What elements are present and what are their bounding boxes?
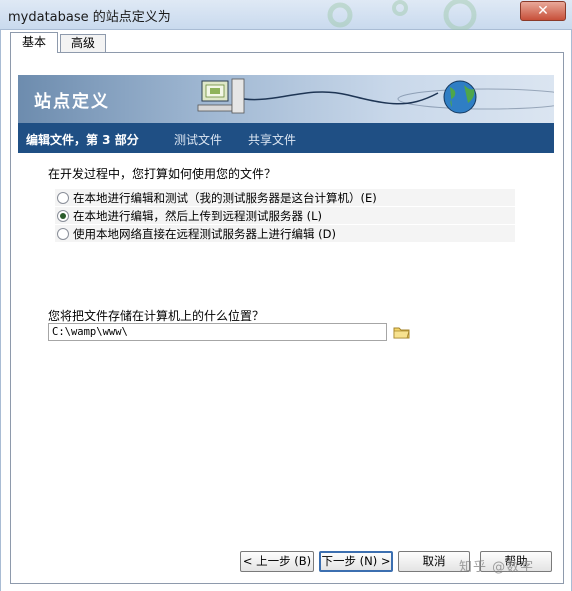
option-label: 在本地进行编辑和测试（我的测试服务器是这台计算机）(E) — [73, 190, 377, 205]
banner-title: 站点定义 — [34, 92, 110, 112]
local-path-input[interactable] — [48, 323, 387, 341]
step-test-files: 测试文件 — [174, 133, 223, 147]
title-bar: mydatabase 的站点定义为 ✕ — [0, 0, 572, 30]
watermark: 知乎 @数字 — [459, 560, 535, 575]
wizard-banner: 站点定义 — [18, 75, 554, 123]
back-button[interactable]: < 上一步 (B) — [240, 551, 314, 572]
titlebar-decoration — [327, 0, 477, 30]
radio-edit-upload-remote[interactable] — [57, 209, 69, 222]
tab-advanced[interactable]: 高级 — [60, 34, 106, 52]
option-label: 在本地进行编辑，然后上传到远程测试服务器 (L) — [73, 208, 323, 223]
step-share-files: 共享文件 — [248, 133, 297, 147]
close-button[interactable]: ✕ — [520, 1, 566, 21]
dialog-window: 基本 高级 站点定义 编辑文件，第 3 部分 测试文件 共享文件 在开发过程中，… — [0, 30, 572, 591]
radio-edit-directly-remote[interactable] — [57, 227, 69, 240]
wizard-step-bar: 编辑文件，第 3 部分 测试文件 共享文件 — [18, 123, 554, 153]
option-local-edit-test[interactable]: 在本地进行编辑和测试（我的测试服务器是这台计算机）(E) — [55, 189, 515, 206]
close-icon: ✕ — [537, 3, 549, 19]
tab-basic[interactable]: 基本 — [10, 32, 58, 53]
option-label: 使用本地网络直接在远程测试服务器上进行编辑 (D) — [73, 226, 336, 241]
location-question: 您将把文件存储在计算机上的什么位置？ — [48, 309, 265, 323]
option-edit-upload-remote[interactable]: 在本地进行编辑，然后上传到远程测试服务器 (L) — [55, 207, 515, 224]
tab-panel: 站点定义 编辑文件，第 3 部分 测试文件 共享文件 在开发过程中，您打算如何使… — [10, 52, 564, 584]
usage-question: 在开发过程中，您打算如何使用您的文件？ — [48, 167, 277, 181]
next-button[interactable]: 下一步 (N) > — [319, 551, 393, 572]
option-edit-directly-remote[interactable]: 使用本地网络直接在远程测试服务器上进行编辑 (D) — [55, 225, 515, 242]
network-illustration-icon — [197, 78, 554, 114]
usage-options: 在本地进行编辑和测试（我的测试服务器是这台计算机）(E) 在本地进行编辑，然后上… — [55, 189, 515, 243]
step-current: 编辑文件，第 3 部分 — [26, 133, 139, 147]
radio-local-edit-test[interactable] — [57, 191, 69, 204]
window-title: mydatabase 的站点定义为 — [8, 10, 171, 25]
folder-browse-icon[interactable] — [393, 325, 411, 339]
